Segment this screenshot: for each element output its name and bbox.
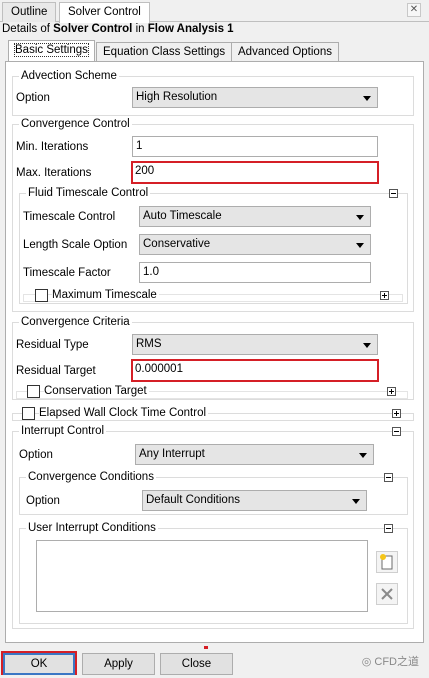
interrupt-option-value: Any Interrupt <box>139 448 205 460</box>
interrupt-control-title: Interrupt Control <box>19 425 107 437</box>
convergence-conditions-option-label: Option <box>26 495 60 507</box>
new-item-button[interactable] <box>376 551 398 573</box>
tab-advanced-options-label: Advanced Options <box>238 46 332 58</box>
advection-option-select[interactable]: High Resolution <box>132 87 378 108</box>
residual-target-label: Residual Target <box>16 365 96 377</box>
expand-icon[interactable] <box>387 387 396 396</box>
timescale-control-label: Timescale Control <box>23 211 116 223</box>
elapsed-wall-clock-label: Elapsed Wall Clock Time Control <box>39 407 209 419</box>
max-iterations-label: Max. Iterations <box>16 167 92 179</box>
settings-tab-bar: Basic Settings Equation Class Settings A… <box>0 40 429 62</box>
watermark-text: CFD之道 <box>374 656 419 668</box>
timescale-control-value: Auto Timescale <box>143 210 222 222</box>
details-header: Details of Solver Control in Flow Analys… <box>2 23 234 35</box>
convergence-conditions-title: Convergence Conditions <box>26 471 156 483</box>
maximum-timescale-label: Maximum Timescale <box>52 289 159 301</box>
delete-icon <box>381 588 393 600</box>
close-button-label: Close <box>181 658 212 670</box>
ok-button-label: OK <box>30 658 48 670</box>
residual-type-select[interactable]: RMS <box>132 334 378 355</box>
collapse-icon[interactable] <box>389 189 398 198</box>
tab-outline[interactable]: Outline <box>2 2 57 22</box>
residual-type-label: Residual Type <box>16 339 89 351</box>
residual-type-value: RMS <box>136 338 162 350</box>
details-object: Solver Control <box>53 23 133 35</box>
chevron-down-icon <box>363 343 371 348</box>
maximum-timescale-checkbox[interactable] <box>35 289 48 302</box>
fluid-timescale-title: Fluid Timescale Control <box>26 187 151 199</box>
length-scale-value: Conservative <box>143 238 211 250</box>
conservation-target-checkbox[interactable] <box>27 385 40 398</box>
collapse-icon[interactable] <box>384 524 393 533</box>
length-scale-select[interactable]: Conservative <box>139 234 371 255</box>
tab-solver-control-label: Solver Control <box>68 6 141 18</box>
chevron-down-icon <box>363 96 371 101</box>
chevron-down-icon <box>352 499 360 504</box>
conservation-target-label: Conservation Target <box>44 385 149 397</box>
new-item-icon <box>380 554 393 570</box>
expand-icon[interactable] <box>380 291 389 300</box>
min-iterations-value: 1 <box>136 140 143 152</box>
window-tab-bar: Outline Solver Control ✕ <box>0 0 429 23</box>
apply-button-label: Apply <box>104 658 133 670</box>
watermark: ◎ CFD之道 <box>362 653 419 669</box>
close-icon[interactable]: ✕ <box>407 3 421 17</box>
convergence-criteria-title: Convergence Criteria <box>19 316 132 328</box>
tab-basic-settings-label: Basic Settings <box>14 43 89 57</box>
details-middle: in <box>132 23 148 35</box>
details-prefix: Details of <box>2 23 54 35</box>
details-parent: Flow Analysis 1 <box>147 23 234 35</box>
convergence-control-title: Convergence Control <box>19 118 132 130</box>
timescale-control-select[interactable]: Auto Timescale <box>139 206 371 227</box>
advection-option-value: High Resolution <box>136 91 218 103</box>
marker-dot <box>204 646 208 649</box>
timescale-factor-input[interactable]: 1.0 <box>139 262 371 283</box>
tab-advanced-options[interactable]: Advanced Options <box>231 42 339 62</box>
residual-target-input[interactable]: 0.000001 <box>131 359 379 382</box>
tab-outline-label: Outline <box>11 6 48 18</box>
chevron-down-icon <box>356 215 364 220</box>
interrupt-option-label: Option <box>19 449 53 461</box>
interrupt-option-select[interactable]: Any Interrupt <box>135 444 374 465</box>
expand-icon[interactable] <box>392 409 401 418</box>
tab-equation-class-label: Equation Class Settings <box>103 46 226 58</box>
close-button[interactable]: Close <box>160 653 233 675</box>
chevron-down-icon <box>356 243 364 248</box>
elapsed-wall-clock-checkbox[interactable] <box>22 407 35 420</box>
length-scale-label: Length Scale Option <box>23 239 128 251</box>
tab-basic-settings[interactable]: Basic Settings <box>8 40 95 62</box>
advection-option-label: Option <box>16 92 50 104</box>
max-iterations-input[interactable]: 200 <box>131 161 379 184</box>
min-iterations-input[interactable]: 1 <box>132 136 378 157</box>
convergence-conditions-select[interactable]: Default Conditions <box>142 490 367 511</box>
user-interrupt-list[interactable] <box>36 540 368 612</box>
delete-item-button[interactable] <box>376 583 398 605</box>
max-iterations-value: 200 <box>135 165 155 177</box>
timescale-factor-value: 1.0 <box>143 266 159 278</box>
advection-scheme-title: Advection Scheme <box>19 70 119 82</box>
wechat-icon: ◎ <box>361 656 375 668</box>
apply-button[interactable]: Apply <box>82 653 155 675</box>
timescale-factor-label: Timescale Factor <box>23 267 111 279</box>
residual-target-value: 0.000001 <box>135 363 183 375</box>
user-interrupt-title: User Interrupt Conditions <box>26 522 158 534</box>
ok-button[interactable]: OK <box>3 653 75 675</box>
convergence-conditions-value: Default Conditions <box>146 494 240 506</box>
tab-solver-control[interactable]: Solver Control <box>59 2 150 23</box>
min-iterations-label: Min. Iterations <box>16 141 89 153</box>
collapse-icon[interactable] <box>392 427 401 436</box>
chevron-down-icon <box>359 453 367 458</box>
collapse-icon[interactable] <box>384 473 393 482</box>
tab-equation-class-settings[interactable]: Equation Class Settings <box>96 42 233 62</box>
basic-settings-panel: Advection Scheme Option High Resolution … <box>5 61 424 643</box>
